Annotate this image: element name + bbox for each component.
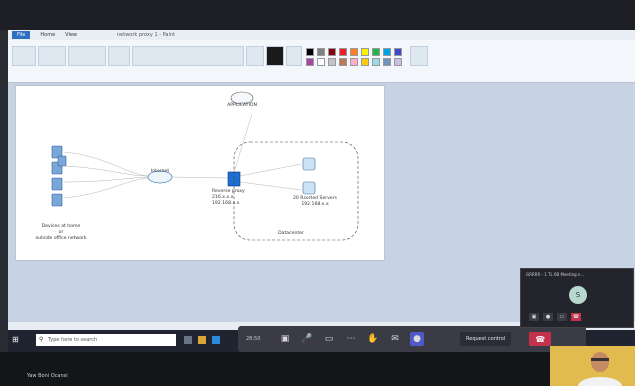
- devices-label: Devices at home or outside office networ…: [28, 224, 94, 242]
- color-swatch[interactable]: [372, 58, 380, 66]
- device-icon: [57, 155, 67, 167]
- mini-share-icon[interactable]: ▭: [557, 313, 567, 321]
- tab-home[interactable]: Home: [40, 32, 55, 38]
- search-icon: ⚲: [39, 336, 44, 343]
- color-swatch[interactable]: [383, 58, 391, 66]
- color-swatch[interactable]: [394, 48, 402, 56]
- participants-icon[interactable]: ●: [410, 332, 424, 346]
- color-swatch[interactable]: [339, 58, 347, 66]
- browser-icon[interactable]: [212, 336, 220, 344]
- more-options-icon[interactable]: ⋯: [344, 332, 358, 346]
- file-explorer-icon[interactable]: [198, 336, 206, 344]
- microphone-icon[interactable]: 🎤: [300, 332, 314, 346]
- leave-call-button[interactable]: ☎: [529, 332, 552, 346]
- internet-label: Internet: [150, 169, 170, 174]
- self-video[interactable]: [550, 346, 635, 386]
- shapes-group[interactable]: [132, 46, 244, 66]
- color-swatch[interactable]: [383, 48, 391, 56]
- mini-window-title: GRRRR - 1 TL 6B Meeting n...: [526, 272, 585, 277]
- task-view-icon[interactable]: [184, 336, 192, 344]
- color-swatch[interactable]: [328, 48, 336, 56]
- size-button[interactable]: [246, 46, 264, 66]
- color-swatch[interactable]: [317, 58, 325, 66]
- mini-controls: ▣ ● ▭ ☎: [529, 313, 581, 321]
- color-swatch[interactable]: [394, 58, 402, 66]
- windows-start-icon[interactable]: ⊞: [12, 335, 22, 345]
- color1-button[interactable]: [266, 46, 284, 66]
- request-control-button[interactable]: Request control: [460, 332, 512, 346]
- presenter-name: Yaw Boni Ocansi: [27, 373, 68, 379]
- color-swatch[interactable]: [372, 48, 380, 56]
- reverse-proxy-line: 192.168.x.x: [212, 201, 240, 206]
- color-swatch[interactable]: [317, 48, 325, 56]
- participant-mini-window[interactable]: GRRRR - 1 TL 6B Meeting n... S ▣ ● ▭ ☎: [520, 268, 634, 328]
- connection-lines: [63, 113, 302, 199]
- brushes-button[interactable]: [108, 46, 130, 66]
- device-icon: [51, 193, 63, 207]
- mini-hangup-icon[interactable]: ☎: [571, 313, 581, 321]
- color-swatch[interactable]: [306, 48, 314, 56]
- share-screen-icon[interactable]: ▭: [322, 332, 336, 346]
- devices-label-line: outside office network: [35, 236, 87, 241]
- share-top-bar: [0, 0, 635, 30]
- device-icons: [51, 145, 67, 207]
- color-swatch[interactable]: [361, 58, 369, 66]
- mini-mic-icon[interactable]: ●: [543, 313, 553, 321]
- window-title: network proxy 1 - Paint: [117, 32, 175, 38]
- raise-hand-icon[interactable]: ✋: [366, 332, 380, 346]
- server-icon: [302, 157, 316, 171]
- screen-share-stage: File Home View network proxy 1 - Paint D…: [0, 0, 635, 386]
- app-cloud-label: APPLICATION: [227, 103, 257, 108]
- color-swatch[interactable]: [361, 48, 369, 56]
- color-swatch[interactable]: [328, 58, 336, 66]
- tab-view[interactable]: View: [65, 32, 77, 38]
- tools-group[interactable]: [68, 46, 106, 66]
- taskbar-search-box[interactable]: Type here to search: [36, 334, 176, 346]
- color-swatch[interactable]: [306, 58, 314, 66]
- color-swatch[interactable]: [350, 48, 358, 56]
- hang-up-icon: ☎: [535, 334, 546, 344]
- device-icon: [51, 177, 63, 191]
- color-swatch[interactable]: [350, 58, 358, 66]
- datacenter-label: Datacenter: [278, 231, 304, 236]
- paint-tab-row: File Home View network proxy 1 - Paint: [8, 30, 635, 40]
- servers-label-line: 192.168.x.x: [301, 202, 329, 207]
- person-silhouette: [550, 346, 635, 386]
- server-icon: [302, 181, 316, 195]
- meeting-timer: 28:50: [246, 336, 261, 342]
- camera-icon[interactable]: ▣: [278, 332, 292, 346]
- image-group[interactable]: [38, 46, 66, 66]
- color2-button[interactable]: [286, 46, 302, 66]
- share-left-bar: [0, 30, 8, 386]
- color-swatch[interactable]: [339, 48, 347, 56]
- paint-canvas[interactable]: Devices at home or outside office networ…: [16, 86, 384, 260]
- reverse-proxy-label: Reverse proxy 216.x.x.x 192.168.x.x: [212, 189, 256, 207]
- bottom-video-band: [0, 352, 635, 386]
- mini-camera-icon[interactable]: ▣: [529, 313, 539, 321]
- clipboard-group[interactable]: [12, 46, 36, 66]
- tab-file[interactable]: File: [12, 31, 31, 39]
- meeting-control-bar: 28:50 ▣ 🎤 ▭ ⋯ ✋ ✉ ● Request control ☎: [238, 326, 586, 352]
- servers-label: 20 Rsorted Servers 192.168.x.x: [282, 196, 348, 208]
- edit-colors-button[interactable]: [410, 46, 428, 66]
- paint-ribbon: [8, 40, 635, 83]
- chat-icon[interactable]: ✉: [388, 332, 402, 346]
- participant-avatar: S: [569, 286, 587, 304]
